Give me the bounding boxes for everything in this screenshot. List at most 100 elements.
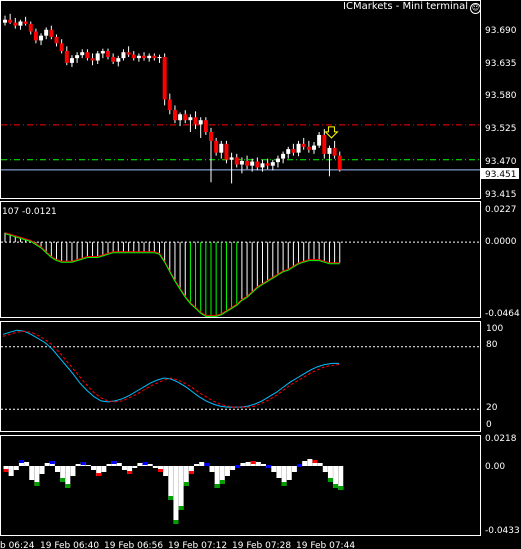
candle-body xyxy=(39,35,44,41)
stoch-tick: 80 xyxy=(486,340,498,350)
bars-cap xyxy=(338,486,344,490)
candle-body xyxy=(8,19,13,23)
bars-cap xyxy=(312,460,318,463)
candle-body xyxy=(18,21,23,26)
bars-column xyxy=(70,466,76,476)
candle-body xyxy=(265,163,270,166)
price-panel-frame xyxy=(0,0,481,199)
candle-body xyxy=(136,55,141,59)
candle-body xyxy=(178,114,183,121)
bars-tick: 0.00 xyxy=(485,462,505,472)
bars-column xyxy=(276,466,282,478)
bars-column xyxy=(121,466,127,470)
bars-column xyxy=(147,464,153,466)
candle-body xyxy=(245,160,250,166)
bars-column xyxy=(39,466,45,474)
bars-column xyxy=(132,466,138,468)
bars-column xyxy=(163,466,169,476)
macd-top-label: 107 -0.0121 xyxy=(2,207,57,217)
candle-body xyxy=(23,21,28,24)
candle-body xyxy=(111,56,116,62)
candle-body xyxy=(167,99,172,111)
candle-body xyxy=(95,53,100,61)
candle-body xyxy=(121,52,126,59)
time-tick: 19 Feb 07:12 xyxy=(168,541,227,549)
bars-cap xyxy=(214,484,220,488)
bars-column xyxy=(209,466,215,472)
candle-body xyxy=(49,29,54,37)
bars-cap xyxy=(204,463,210,466)
bars-tick: 0.0218 xyxy=(485,434,517,444)
time-tick: 19 Feb 07:28 xyxy=(232,541,291,549)
bars-column xyxy=(24,462,30,466)
candle-body xyxy=(188,117,193,121)
candle-body xyxy=(317,134,322,146)
bars-cap xyxy=(96,473,102,476)
candle-body xyxy=(100,51,105,54)
bars-column xyxy=(101,466,107,472)
candle-body xyxy=(312,145,316,150)
candle-body xyxy=(152,55,157,59)
bars-cap xyxy=(18,460,24,463)
price-tick: 93.415 xyxy=(485,190,517,200)
bars-cap xyxy=(3,469,9,472)
stoch-signal-line xyxy=(2,330,340,408)
candle-body xyxy=(260,163,265,168)
candle-body xyxy=(198,120,203,125)
candle-body xyxy=(80,52,85,56)
chart-canvas[interactable]: 93.690 93.635 93.580 93.525 93.470 93.41… xyxy=(0,0,521,549)
price-tick: 93.690 xyxy=(485,26,517,36)
bars-column xyxy=(173,466,179,524)
candle-body xyxy=(142,55,147,59)
stoch-tick: 0 xyxy=(486,420,492,430)
bars-cap xyxy=(168,496,174,500)
bars-cap xyxy=(49,461,55,464)
price-tick: 93.470 xyxy=(485,157,517,167)
time-tick: 19 Feb 07:44 xyxy=(296,541,355,549)
bars-cap xyxy=(127,471,133,474)
time-axis: b 06:24 19 Feb 06:40 19 Feb 06:56 19 Feb… xyxy=(0,541,355,549)
bars-cap xyxy=(183,482,189,486)
bars-cap xyxy=(111,461,117,464)
price-tick: 93.635 xyxy=(485,59,517,69)
bars-column xyxy=(224,466,230,476)
candle-body xyxy=(234,157,239,165)
candle-body xyxy=(255,161,260,168)
bars-column xyxy=(85,465,91,466)
candle-body xyxy=(327,147,332,154)
time-tick: b 06:24 xyxy=(0,541,35,549)
stoch-tick: 100 xyxy=(486,324,503,334)
bars-column xyxy=(29,466,35,480)
bars-column xyxy=(261,464,266,466)
candle-body xyxy=(332,147,337,156)
bars-column xyxy=(322,466,328,472)
bars-column xyxy=(230,466,236,470)
candle-body xyxy=(286,149,291,154)
bars-cap xyxy=(173,520,179,524)
current-price-label: 93.451 xyxy=(485,170,517,180)
bars-cap xyxy=(178,506,184,510)
bars-column xyxy=(44,463,50,466)
bars-column xyxy=(317,463,323,466)
bars-tick: -0.0433 xyxy=(485,526,520,536)
macd-tick: 0.0227 xyxy=(485,205,517,215)
bars-column xyxy=(245,462,251,466)
bars-cap xyxy=(65,484,71,488)
candle-body xyxy=(157,56,162,59)
candle-body xyxy=(219,143,224,153)
candle-body xyxy=(229,157,234,160)
bars-cap xyxy=(281,482,287,486)
bars-cap xyxy=(60,478,66,482)
bars-column xyxy=(307,459,313,466)
macd-indicator xyxy=(1,232,480,317)
candle-body xyxy=(296,143,301,153)
bars-column xyxy=(240,463,246,466)
candle-body xyxy=(172,110,177,121)
bars-indicator xyxy=(3,459,344,524)
candle-body xyxy=(337,155,342,170)
candle-body xyxy=(59,43,64,52)
bars-cap xyxy=(80,462,86,465)
candle-body xyxy=(275,158,280,163)
macd-tick: -0.0464 xyxy=(485,309,520,319)
bars-cap xyxy=(219,480,225,484)
